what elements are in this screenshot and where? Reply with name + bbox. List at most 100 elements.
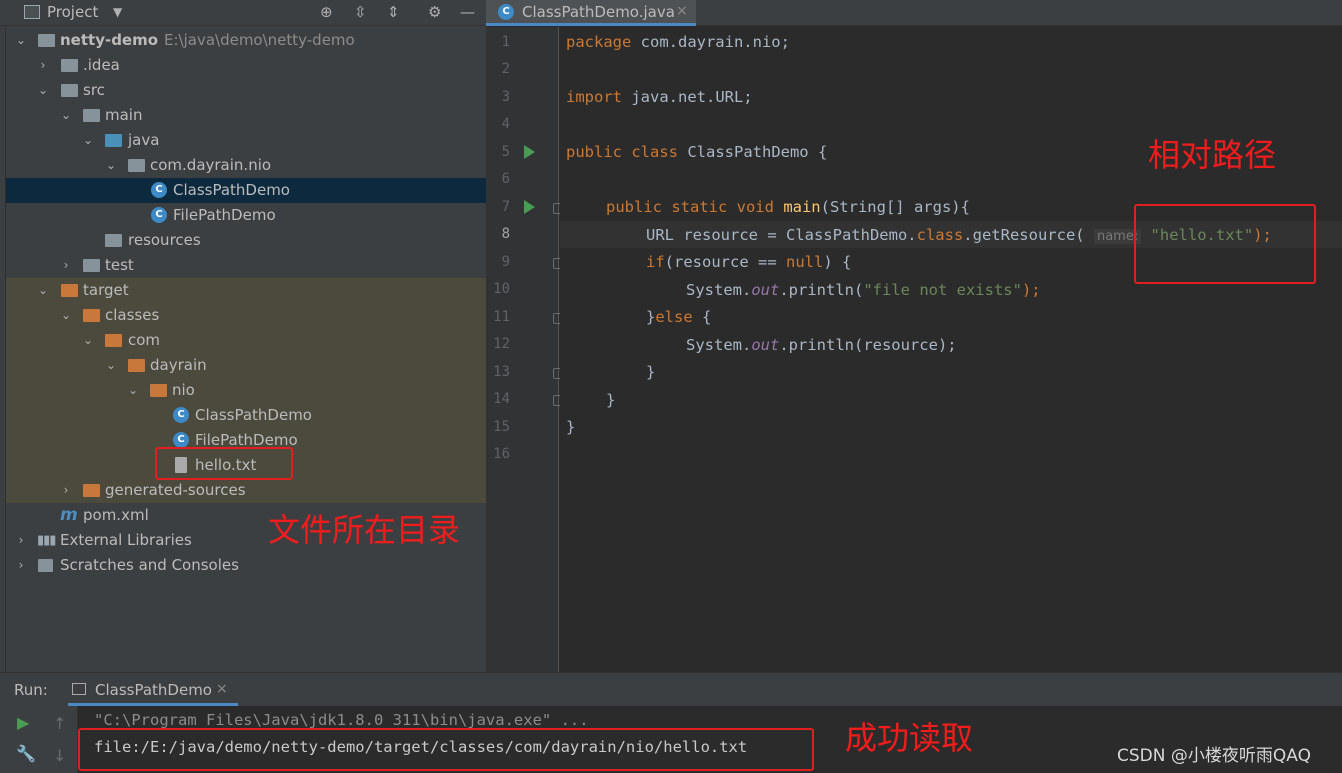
code-line-9: if(resource == null) { [646,253,852,271]
chevron-down-icon[interactable]: ⌄ [59,303,73,328]
wrench-icon[interactable]: 🔧 [16,744,36,763]
resources-folder-icon [105,234,122,247]
tree-item-com[interactable]: ⌄ com [6,328,486,353]
tree-item-classes[interactable]: ⌄ classes [6,303,486,328]
tree-item-generated-sources[interactable]: › generated-sources [6,478,486,503]
chevron-down-icon[interactable]: ⌄ [81,328,95,353]
tree-item-package[interactable]: ⌄ com.dayrain.nio [6,153,486,178]
excluded-folder-icon [105,334,122,347]
line-number: 14 [493,391,510,407]
line-number: 3 [501,89,510,105]
project-panel: Project ▼ ⊕ ⇳ ⇕ ⚙ — ⌄ netty-demo E:\java… [0,0,486,672]
code-line-10: System.out.println("file not exists"); [686,281,1041,299]
tree-item-label: nio [172,381,195,399]
class-icon: C [498,4,514,20]
tree-item-label: com [128,331,161,349]
chevron-down-icon[interactable]: ⌄ [36,278,50,303]
chevron-down-icon[interactable]: ⌄ [14,28,28,53]
chevron-down-icon[interactable]: ⌄ [81,128,95,153]
tree-item-label: Scratches and Consoles [60,556,239,574]
tree-item-main[interactable]: ⌄ main [6,103,486,128]
line-number: 11 [493,309,510,325]
line-number: 15 [493,419,510,435]
libraries-icon: ▮▮▮ [37,533,56,548]
tree-item-src[interactable]: ⌄ src [6,78,486,103]
rerun-icon[interactable]: ▶ [17,713,29,732]
tree-item-scratches[interactable]: › Scratches and Consoles [6,553,486,578]
editor-tab-bar: C ClassPathDemo.java × [486,0,1342,26]
editor-tab-classpathdemo[interactable]: C ClassPathDemo.java × [486,0,696,26]
code-line-12: System.out.println(resource); [686,336,957,354]
run-tab-label: ClassPathDemo [95,681,212,699]
excluded-folder-icon [83,484,100,497]
chevron-down-icon[interactable]: ⌄ [126,378,140,403]
code-line-3: import java.net.URL; [566,88,753,106]
chevron-down-icon[interactable]: ⌄ [59,103,73,128]
folder-icon [61,59,78,72]
chevron-right-icon[interactable]: › [36,53,50,78]
editor-tab-label: ClassPathDemo.java [522,3,675,21]
scratches-icon [38,559,53,572]
annotation-box-console [78,728,814,771]
gear-icon[interactable]: ⚙ [428,3,441,21]
chevron-right-icon[interactable]: › [59,253,73,278]
maven-icon: m [60,505,78,525]
tree-item-java[interactable]: ⌄ java [6,128,486,153]
tree-item-nio[interactable]: ⌄ nio [6,378,486,403]
tree-item-label: dayrain [150,356,207,374]
collapse-all-icon[interactable]: ⇕ [387,3,400,21]
run-tab-classpathdemo[interactable]: ClassPathDemo × [68,673,238,706]
annotation-box-hello-txt [155,447,293,480]
tree-item-resources[interactable]: resources [6,228,486,253]
module-folder-icon [38,34,55,47]
tree-item-dayrain[interactable]: ⌄ dayrain [6,353,486,378]
tree-item-test[interactable]: › test [6,253,486,278]
run-gutter-icon[interactable] [524,145,535,159]
locate-icon[interactable]: ⊕ [320,3,333,21]
chevron-right-icon[interactable]: › [59,478,73,503]
tree-item-label: classes [105,306,160,324]
tree-item-label: ClassPathDemo [173,181,290,199]
line-number: 12 [493,336,510,352]
tree-item-label: netty-demo [60,31,159,49]
line-number: 5 [501,144,510,160]
project-view-title[interactable]: Project [47,3,98,21]
tree-item-netty-demo[interactable]: ⌄ netty-demo E:\java\demo\netty-demo [6,28,486,53]
close-icon[interactable]: × [676,3,688,19]
down-arrow-icon[interactable]: ↓ [53,746,66,765]
chevron-down-icon[interactable]: ⌄ [36,78,50,103]
line-number: 16 [493,446,510,462]
code-line-15: } [566,418,576,436]
tree-item-filepathdemo-src[interactable]: C FilePathDemo [6,203,486,228]
class-icon: C [173,407,189,423]
excluded-folder-icon [150,384,167,397]
run-gutter-icon[interactable] [524,200,535,214]
chevron-down-icon[interactable]: ▼ [113,5,122,19]
excluded-folder-icon [128,359,145,372]
tree-item-idea[interactable]: › .idea [6,53,486,78]
expand-all-icon[interactable]: ⇳ [354,3,367,21]
chevron-down-icon[interactable]: ⌄ [104,353,118,378]
run-header: Run: ClassPathDemo × [0,673,1342,706]
annotation-read-success: 成功读取 [845,719,974,757]
console-line-command: "C:\Program Files\Java\jdk1.8.0_311\bin\… [94,711,589,729]
chevron-right-icon[interactable]: › [14,528,28,553]
tree-item-path: E:\java\demo\netty-demo [164,31,355,49]
tree-item-target[interactable]: ⌄ target [6,278,486,303]
line-number: 9 [501,254,510,270]
minimize-icon[interactable]: — [460,3,475,21]
watermark: CSDN @小楼夜听雨QAQ [1117,746,1311,766]
tree-item-classpathdemo-class[interactable]: C ClassPathDemo [6,403,486,428]
tree-item-label: src [83,81,105,99]
code-editor[interactable]: package com.dayrain.nio; import java.net… [560,27,1342,672]
line-number: 7 [501,199,510,215]
tree-item-label: pom.xml [83,506,149,524]
line-number: 1 [501,34,510,50]
chevron-down-icon[interactable]: ⌄ [104,153,118,178]
code-line-5: public class ClassPathDemo { [566,143,828,161]
tree-item-classpathdemo-src[interactable]: C ClassPathDemo [6,178,486,203]
up-arrow-icon[interactable]: ↑ [53,714,66,733]
chevron-right-icon[interactable]: › [14,553,28,578]
tree-item-label: target [83,281,129,299]
close-icon[interactable]: × [216,681,228,697]
